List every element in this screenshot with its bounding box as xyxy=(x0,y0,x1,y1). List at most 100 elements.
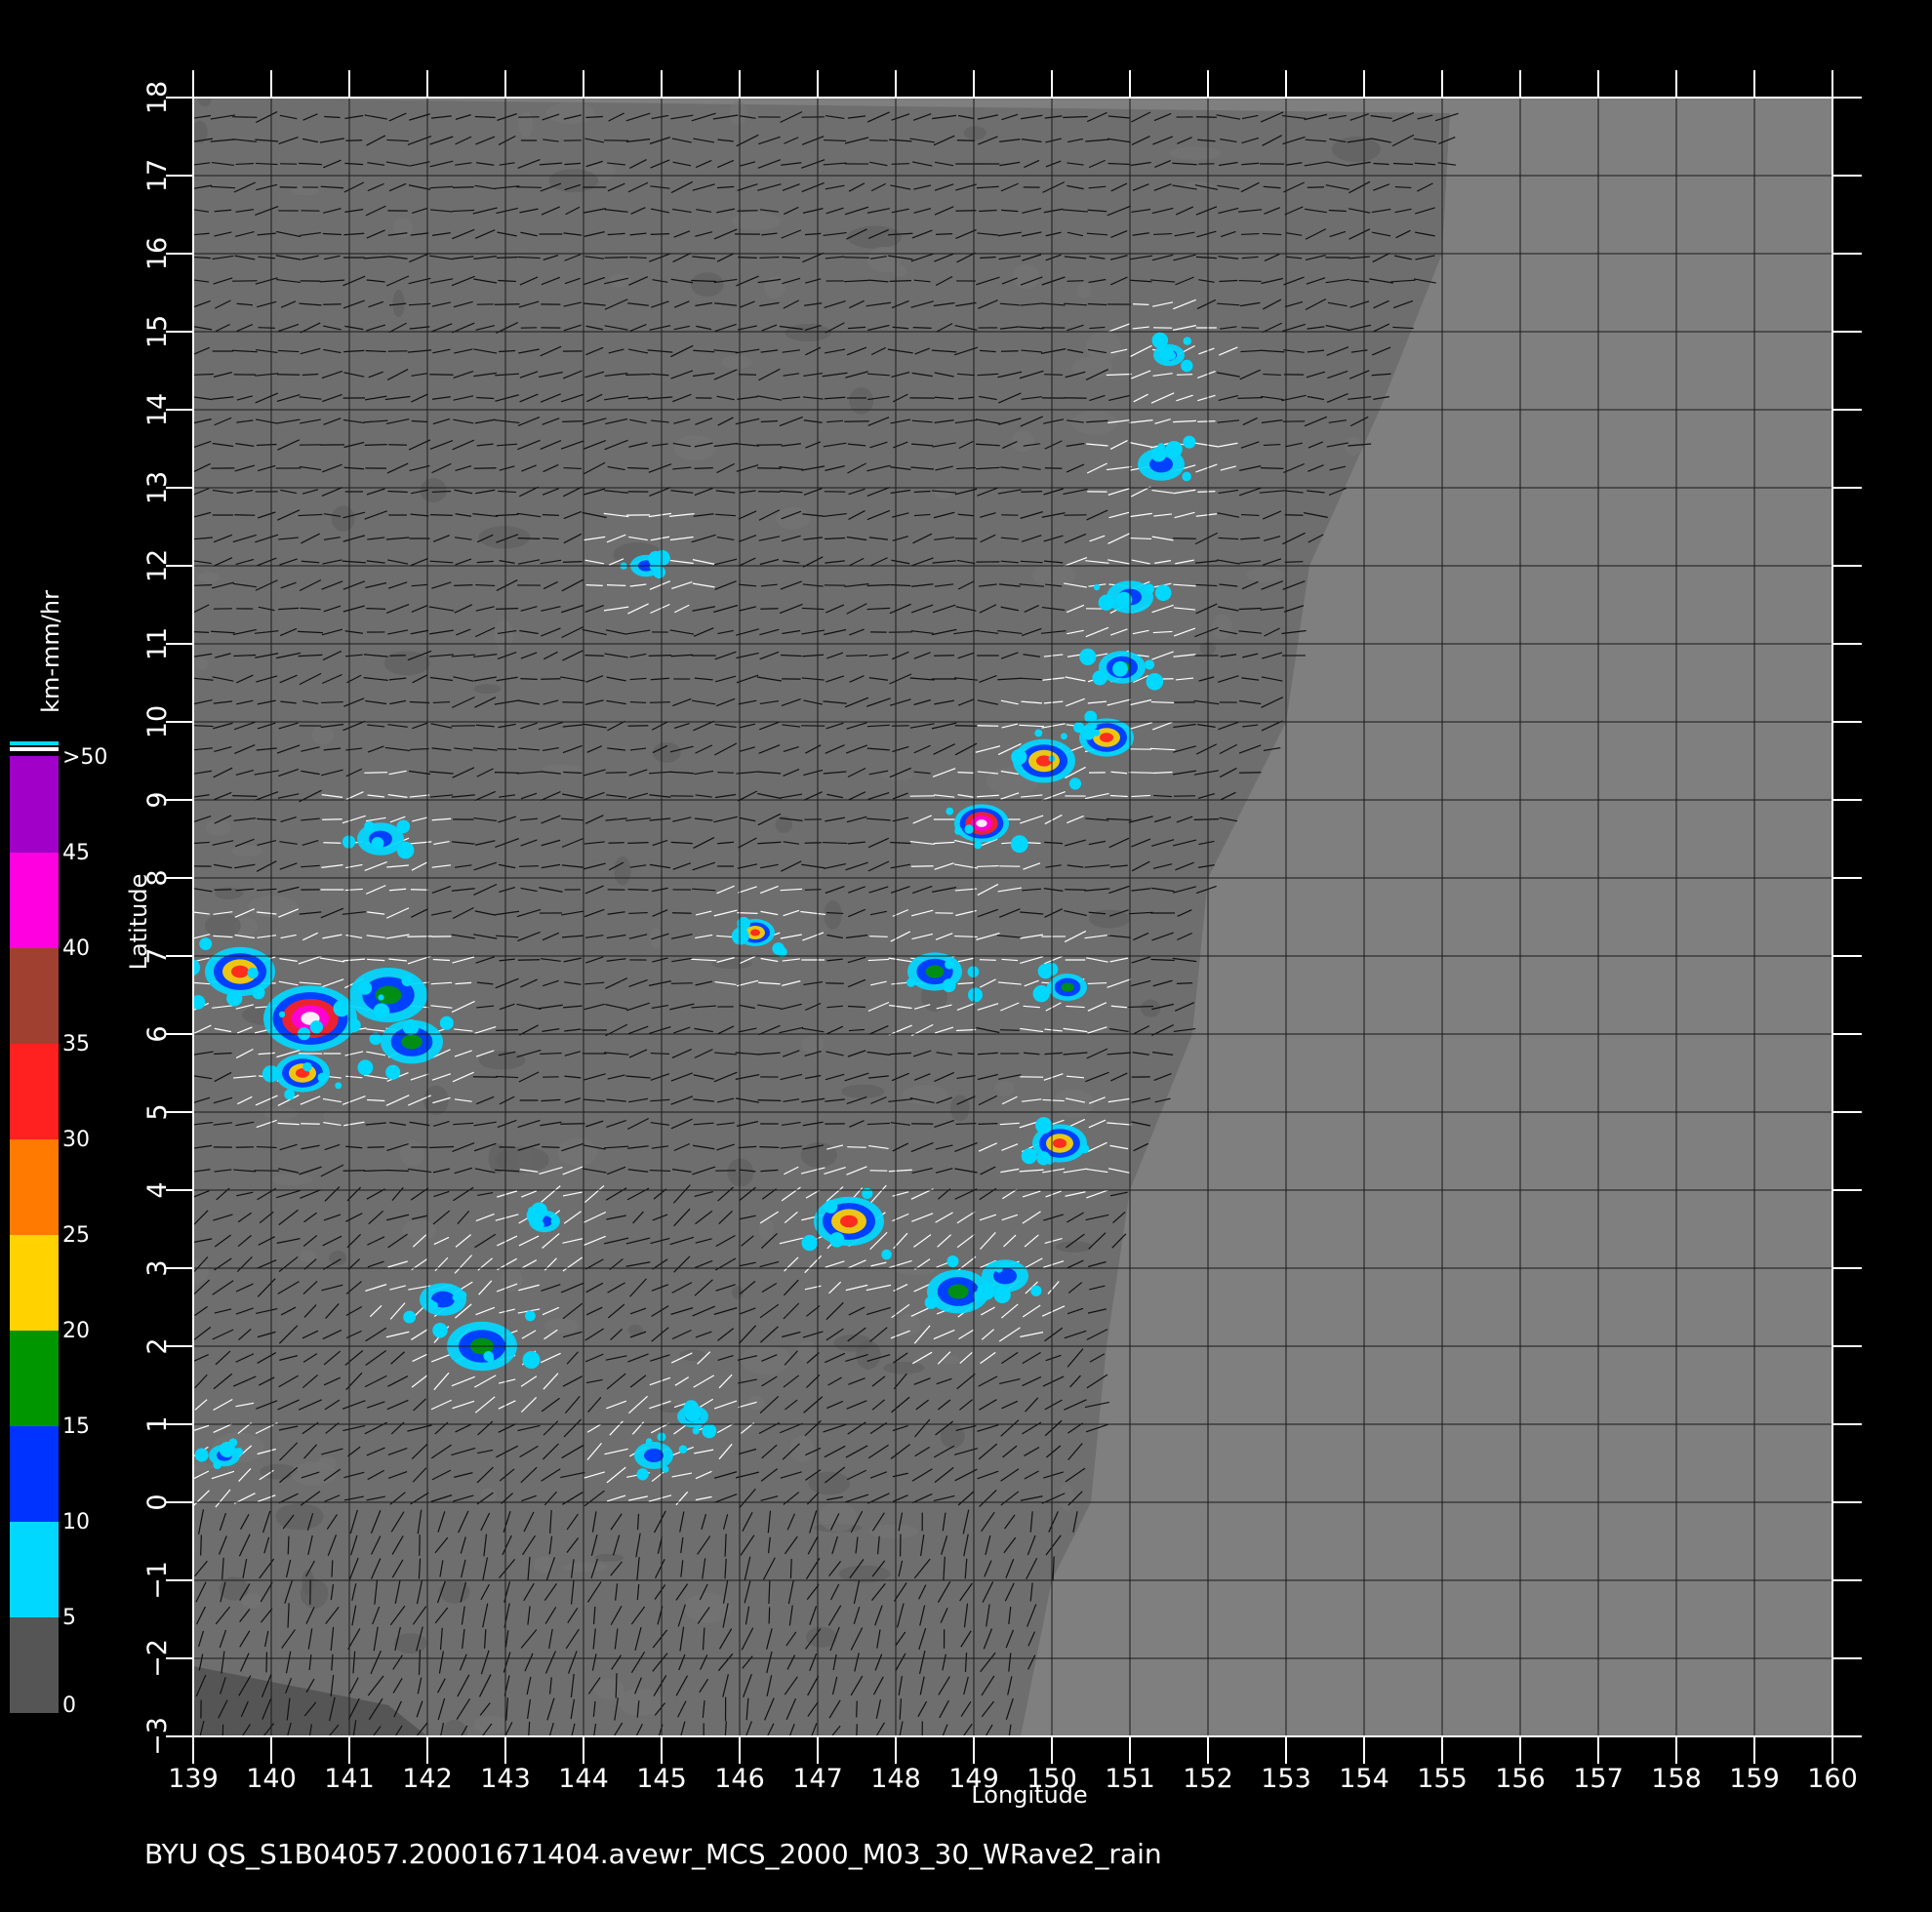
legend-band xyxy=(10,756,59,853)
wind-vector xyxy=(517,538,541,539)
wind-vector xyxy=(615,1673,618,1698)
x-tick-label: 139 xyxy=(168,1764,219,1794)
wind-vector xyxy=(627,889,649,891)
legend-cap xyxy=(10,747,59,751)
wind-vector xyxy=(844,257,869,259)
swath-texture xyxy=(400,1140,425,1167)
wind-vector xyxy=(649,1169,670,1173)
rain-speck xyxy=(396,819,411,834)
swath-texture xyxy=(950,1095,970,1122)
wind-vector xyxy=(1044,374,1064,376)
legend-label: 35 xyxy=(62,1032,90,1056)
swath-texture xyxy=(758,1216,774,1241)
swath-texture xyxy=(963,126,986,140)
rain-speck xyxy=(649,562,658,571)
legend-label: >50 xyxy=(62,745,107,770)
wind-vector xyxy=(454,584,473,586)
wind-vector xyxy=(519,865,539,867)
wind-vector xyxy=(1130,537,1152,540)
y-tick-label: 12 xyxy=(142,549,173,582)
wind-vector xyxy=(214,889,232,891)
wind-vector xyxy=(1237,397,1263,399)
rain-speck xyxy=(636,1468,649,1481)
rain-speck xyxy=(522,1351,541,1370)
rain-speck xyxy=(1144,583,1154,594)
wind-vector xyxy=(1021,491,1043,493)
rain-cell xyxy=(644,1449,664,1462)
rain-speck xyxy=(1146,672,1164,691)
swath-texture xyxy=(402,1219,436,1241)
rain-speck xyxy=(942,978,956,993)
wind-vector xyxy=(1067,280,1084,282)
y-tick-label: 0 xyxy=(142,1494,173,1510)
legend-band xyxy=(10,1616,59,1713)
swath-texture xyxy=(898,1313,921,1336)
wind-vector xyxy=(323,842,342,844)
legend-band xyxy=(10,1138,59,1235)
legend-label: 30 xyxy=(62,1128,90,1152)
rain-speck xyxy=(396,841,415,859)
legend-band xyxy=(10,1521,59,1617)
rain-speck xyxy=(828,1232,845,1248)
wind-vector xyxy=(846,654,867,657)
wind-vector xyxy=(200,1534,202,1556)
rain-speck xyxy=(247,967,259,979)
swath-texture xyxy=(690,272,724,298)
rain-speck xyxy=(432,1323,448,1338)
legend-cap xyxy=(10,741,59,745)
y-tick-label: 16 xyxy=(142,237,173,270)
wind-vector xyxy=(627,841,649,845)
x-tick-label: 142 xyxy=(402,1764,453,1794)
swath-texture xyxy=(196,572,220,583)
rain-speck xyxy=(702,1423,717,1439)
y-axis-title: Latitude xyxy=(125,874,152,971)
rain-speck xyxy=(228,1438,238,1448)
rain-speck xyxy=(1035,1117,1053,1135)
legend-label: 5 xyxy=(62,1606,76,1630)
rain-speck xyxy=(385,1064,401,1080)
x-tick-label: 144 xyxy=(558,1764,609,1794)
wind-vector xyxy=(856,1700,858,1718)
rain-speck xyxy=(683,1400,699,1415)
rain-speck xyxy=(401,975,413,987)
rain-speck xyxy=(974,841,983,850)
rain-cell xyxy=(925,965,945,978)
swath-texture xyxy=(1085,331,1122,361)
rain-speck xyxy=(1092,670,1107,686)
wind-vector xyxy=(979,959,996,961)
legend-band xyxy=(10,852,59,948)
swath-texture xyxy=(270,1173,313,1186)
swath-texture xyxy=(1169,146,1222,160)
wind-vector xyxy=(585,584,603,586)
swath-texture xyxy=(849,387,874,415)
wind-vector xyxy=(364,772,388,774)
rain-speck xyxy=(824,1200,838,1214)
wind-vector xyxy=(193,631,210,633)
rain-speck xyxy=(1093,583,1101,591)
wind-vector xyxy=(1044,467,1063,469)
rain-speck xyxy=(973,1291,985,1302)
swath-texture xyxy=(895,1265,936,1276)
wind-vector xyxy=(322,818,342,820)
y-tick-label: −1 xyxy=(142,1561,173,1600)
swath-texture xyxy=(883,1361,925,1374)
rain-cell xyxy=(840,1215,858,1228)
wind-vector xyxy=(869,936,888,937)
y-tick-label: 9 xyxy=(142,791,173,808)
rain-speck xyxy=(317,1072,328,1083)
swath-texture xyxy=(275,1502,324,1531)
swath-texture xyxy=(563,1562,608,1573)
swath-texture xyxy=(994,1080,1015,1096)
rain-speck xyxy=(946,1255,959,1268)
rain-speck xyxy=(946,807,954,816)
wind-vector xyxy=(429,374,454,376)
wind-vector xyxy=(759,256,780,259)
rain-speck xyxy=(226,990,243,1007)
wind-vector xyxy=(768,1607,771,1624)
wind-vector xyxy=(265,1652,268,1673)
rain-speck xyxy=(373,1003,390,1019)
rain-speck xyxy=(862,1187,873,1200)
wind-vector xyxy=(1260,467,1284,469)
swath-texture xyxy=(545,101,596,124)
rain-speck xyxy=(402,1018,420,1036)
